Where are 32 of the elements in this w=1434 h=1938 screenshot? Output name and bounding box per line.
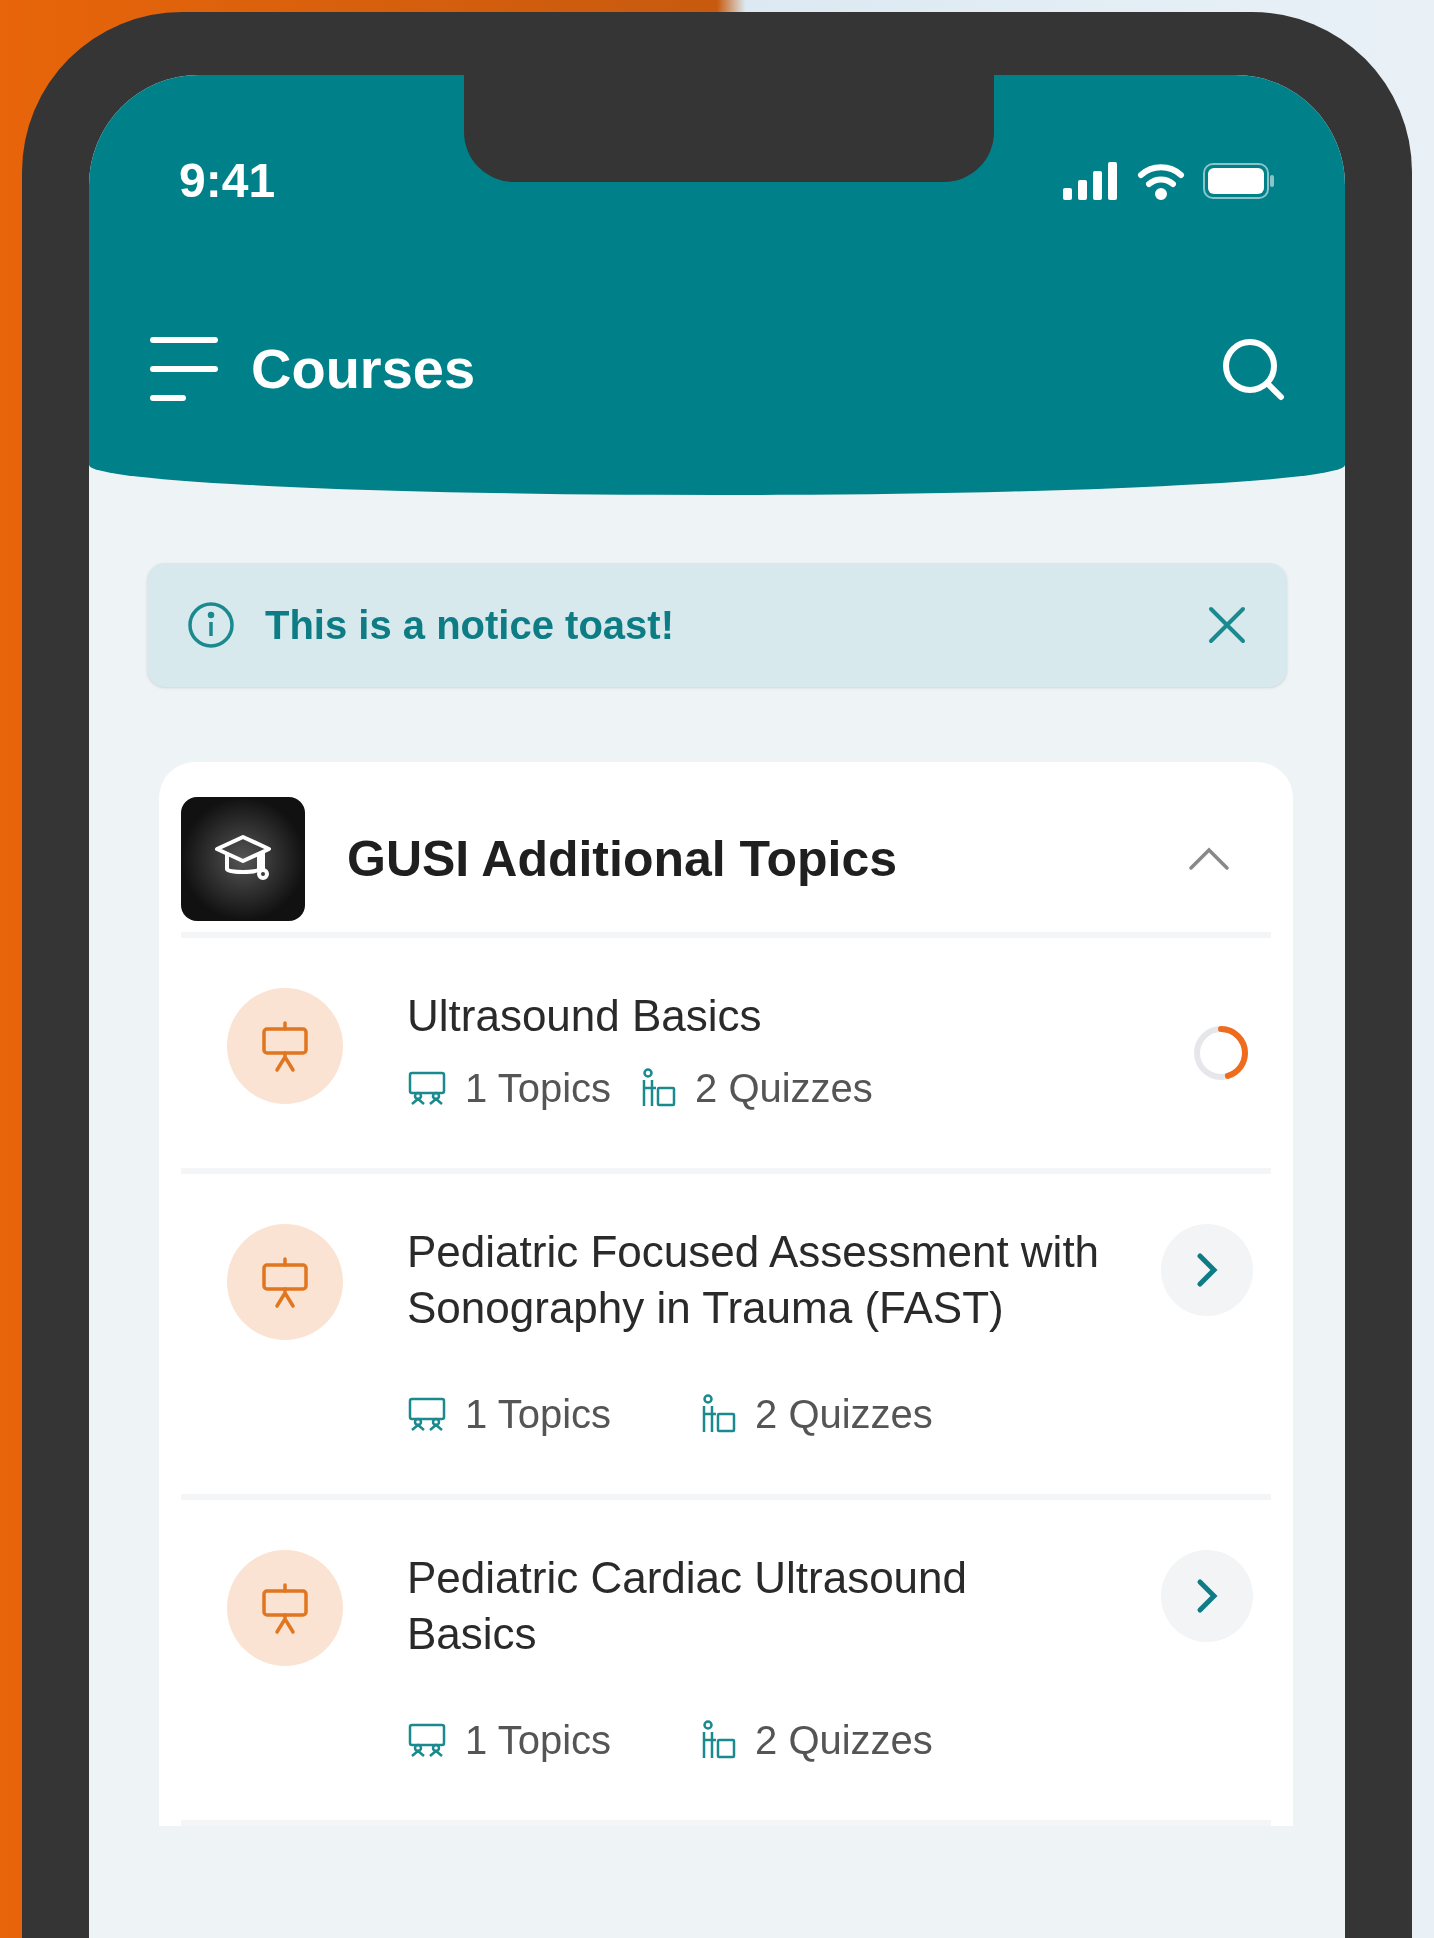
status-time: 9:41: [179, 153, 276, 209]
course-item[interactable]: Pediatric Focused Assessment with Sonography in Trauma (FAST) 1 Topics 2 Quizzes: [181, 1174, 1271, 1500]
topics-count: 1 Topics: [465, 1717, 611, 1764]
classroom-icon: [407, 1723, 447, 1757]
battery-icon: [1203, 163, 1275, 199]
person-at-desk-icon: [701, 1394, 737, 1434]
wifi-icon: [1137, 162, 1185, 200]
person-at-desk-icon: [641, 1068, 677, 1108]
page-title: Courses: [251, 336, 476, 402]
group-title: GUSI Additional Topics: [347, 829, 898, 889]
close-icon[interactable]: [1207, 605, 1247, 645]
search-icon[interactable]: [1221, 337, 1285, 401]
quizzes-count: 2 Quizzes: [755, 1391, 933, 1438]
quizzes-count: 2 Quizzes: [695, 1065, 873, 1112]
menu-icon[interactable]: [149, 336, 219, 402]
chevron-right-icon: [1196, 1578, 1218, 1614]
course-title: Pediatric Cardiac Ultrasound Basics: [407, 1552, 969, 1660]
course-item[interactable]: Pediatric Cardiac Ultrasound Basics 1 Topics 2 Quizzes: [181, 1500, 1271, 1826]
course-title: Pediatric Focused Assessment with Sonography in Trauma (FAST): [407, 1226, 1101, 1334]
chevron-up-icon[interactable]: [1187, 846, 1231, 872]
classroom-icon: [407, 1071, 447, 1105]
course-item[interactable]: Ultrasound Basics 1 Topics 2 Quizzes: [181, 938, 1271, 1174]
course-title: Ultrasound Basics: [407, 990, 763, 1042]
topics-count: 1 Topics: [465, 1065, 611, 1112]
info-icon: [187, 601, 235, 649]
person-at-desk-icon: [701, 1720, 737, 1760]
toast-message: This is a notice toast!: [265, 602, 675, 649]
topics-count: 1 Topics: [465, 1391, 611, 1438]
signal-icon: [1063, 162, 1119, 200]
classroom-icon: [407, 1397, 447, 1431]
quizzes-count: 2 Quizzes: [755, 1717, 933, 1764]
chevron-right-icon: [1196, 1252, 1218, 1288]
